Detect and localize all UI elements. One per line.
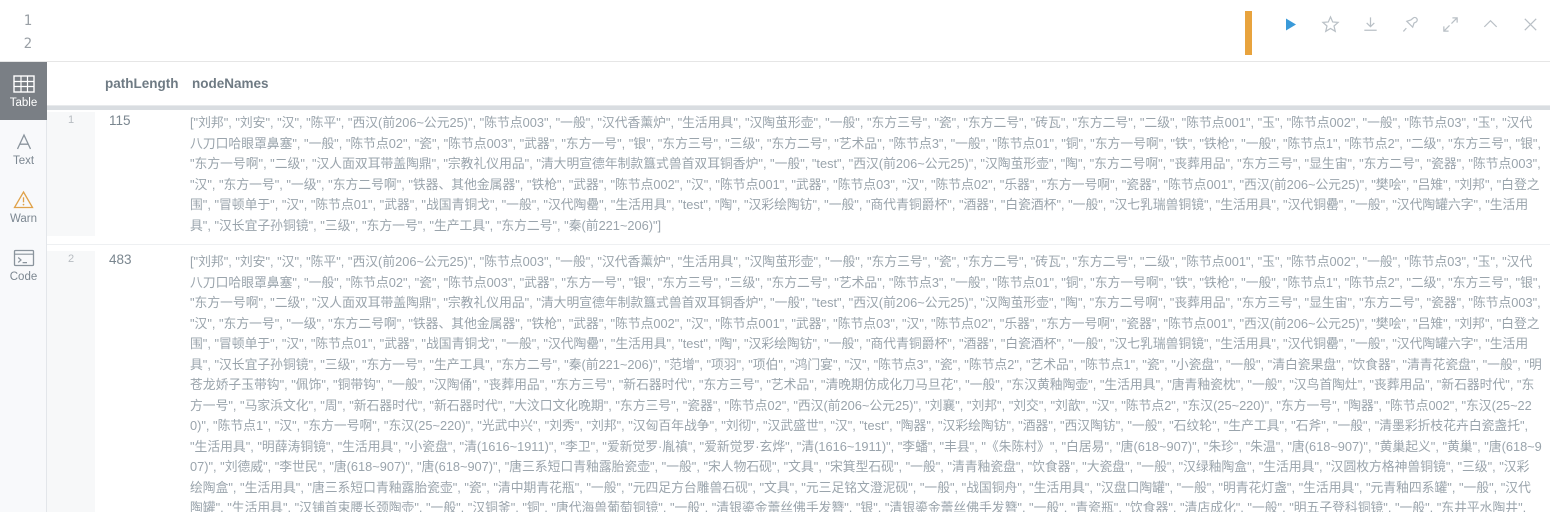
favorite-button[interactable] — [1310, 10, 1350, 38]
chevron-up-icon — [1483, 19, 1497, 27]
editor-toolbar — [1245, 0, 1550, 61]
table-icon — [12, 73, 35, 95]
sidebar-item-table[interactable]: Table — [0, 62, 47, 120]
result-frame: 1 2 MATCH p=(n)-[r*]-(m) where n.node_na… — [0, 0, 1550, 512]
query-editor-bar: 1 2 MATCH p=(n)-[r*]-(m) where n.node_na… — [0, 0, 1550, 62]
editor-cursor-bar — [1245, 11, 1252, 55]
code-icon — [13, 247, 35, 269]
row-number: 1 — [47, 112, 95, 236]
column-header-pathlength[interactable]: pathLength — [95, 76, 190, 91]
sidebar-item-code[interactable]: Code — [0, 236, 47, 294]
result-view-sidebar: Table Text Warn Code — [0, 62, 47, 512]
table-scroll-indicator — [47, 106, 1550, 110]
table-header-row: pathLength nodeNames — [47, 62, 1550, 106]
warning-icon — [13, 189, 34, 211]
cell-nodenames: ["刘邦", "刘安", "汉", "陈平", "西汉(前206~公元25)",… — [190, 115, 1541, 233]
table-body[interactable]: 1 115 ["刘邦", "刘安", "汉", "陈平", "西汉(前206~公… — [47, 106, 1550, 512]
result-body: Table Text Warn Code pathLength nodeName… — [0, 62, 1550, 512]
text-icon — [14, 131, 34, 153]
column-header-nodenames[interactable]: nodeNames — [190, 76, 269, 91]
expand-icon — [1442, 16, 1458, 32]
cell-pathlength: 483 — [109, 252, 132, 267]
close-button[interactable] — [1510, 10, 1550, 38]
sidebar-item-warn-label: Warn — [9, 212, 38, 225]
line-number: 1 — [23, 13, 32, 29]
run-query-button[interactable] — [1270, 10, 1310, 38]
sidebar-item-table-label: Table — [9, 96, 38, 109]
table-row[interactable]: 2 483 ["刘邦", "刘安", "汉", "陈平", "西汉(前206~公… — [47, 245, 1550, 512]
sidebar-item-code-label: Code — [9, 270, 38, 283]
line-number-gutter: 1 2 — [0, 0, 40, 56]
sidebar-item-warn[interactable]: Warn — [0, 178, 47, 236]
close-icon — [1523, 17, 1537, 31]
star-icon — [1320, 14, 1340, 33]
cell-nodenames: ["刘邦", "刘安", "汉", "陈平", "西汉(前206~公元25)",… — [190, 254, 1542, 512]
line-number: 2 — [23, 36, 32, 52]
cell-pathlength: 115 — [109, 113, 131, 128]
table-row[interactable]: 1 115 ["刘邦", "刘安", "汉", "陈平", "西汉(前206~公… — [47, 106, 1550, 245]
download-button[interactable] — [1350, 10, 1390, 38]
play-icon — [1285, 18, 1296, 30]
download-icon — [1363, 16, 1377, 31]
row-number: 2 — [47, 251, 95, 512]
sidebar-item-text-label: Text — [12, 154, 35, 167]
result-table: pathLength nodeNames 1 115 ["刘邦", "刘安", … — [47, 62, 1550, 512]
collapse-button[interactable] — [1470, 10, 1510, 38]
pin-button[interactable] — [1390, 10, 1430, 38]
expand-button[interactable] — [1430, 10, 1470, 38]
sidebar-item-text[interactable]: Text — [0, 120, 47, 178]
pin-icon — [1402, 16, 1418, 32]
